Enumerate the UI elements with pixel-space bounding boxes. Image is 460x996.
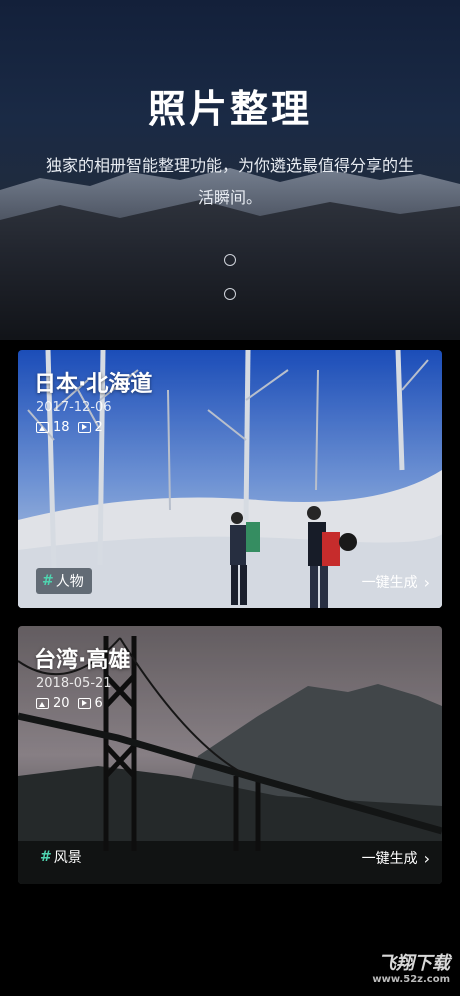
page-indicator-dot[interactable] <box>224 288 236 300</box>
photo-count: 18 <box>53 420 70 435</box>
page-indicator-dot[interactable] <box>224 254 236 266</box>
album-card-kaohsiung[interactable]: 台湾·高雄 2018-05-21 20 6 # 风景 一键生成 › <box>18 626 442 884</box>
album-title: 日本·北海道 <box>34 372 153 397</box>
one-click-generate-button[interactable]: 一键生成 › <box>362 572 430 592</box>
album-tag[interactable]: # 风景 <box>36 844 90 870</box>
page-title: 照片整理 <box>147 87 312 131</box>
one-click-generate-label: 一键生成 <box>361 575 418 591</box>
video-icon <box>77 422 91 433</box>
one-click-generate-label: 一键生成 <box>361 851 418 867</box>
album-counts: 20 6 <box>36 696 103 711</box>
hashtag-icon: # <box>42 573 54 589</box>
album-date: 2018-05-21 <box>36 676 112 691</box>
photo-count: 20 <box>53 696 70 711</box>
album-counts: 18 2 <box>36 420 103 435</box>
video-count: 6 <box>94 696 103 711</box>
one-click-generate-button[interactable]: 一键生成 › <box>362 848 430 868</box>
watermark-brand: 飞翔下载 <box>378 953 450 974</box>
site-watermark: 飞翔下载 www.52z.com <box>372 953 450 988</box>
album-tag-label: 人物 <box>55 574 84 590</box>
hashtag-icon: # <box>40 849 52 865</box>
album-tag-label: 风景 <box>53 850 82 866</box>
chevron-right-icon: › <box>423 572 430 592</box>
photo-icon <box>36 698 49 709</box>
page-subtitle: 独家的相册智能整理功能，为你遴选最值得分享的生活瞬间。 <box>45 156 414 207</box>
video-count: 2 <box>94 420 103 435</box>
album-tag[interactable]: # 人物 <box>36 568 92 594</box>
chevron-right-icon: › <box>423 848 430 868</box>
album-title: 台湾·高雄 <box>34 648 131 673</box>
watermark-url: www.52z.com <box>372 974 450 985</box>
album-card-hokkaido[interactable]: 日本·北海道 2017-12-06 18 2 # 人物 一键生成 › <box>18 350 442 608</box>
video-icon <box>77 698 91 709</box>
photo-icon <box>36 422 49 433</box>
album-date: 2017-12-06 <box>36 400 112 415</box>
